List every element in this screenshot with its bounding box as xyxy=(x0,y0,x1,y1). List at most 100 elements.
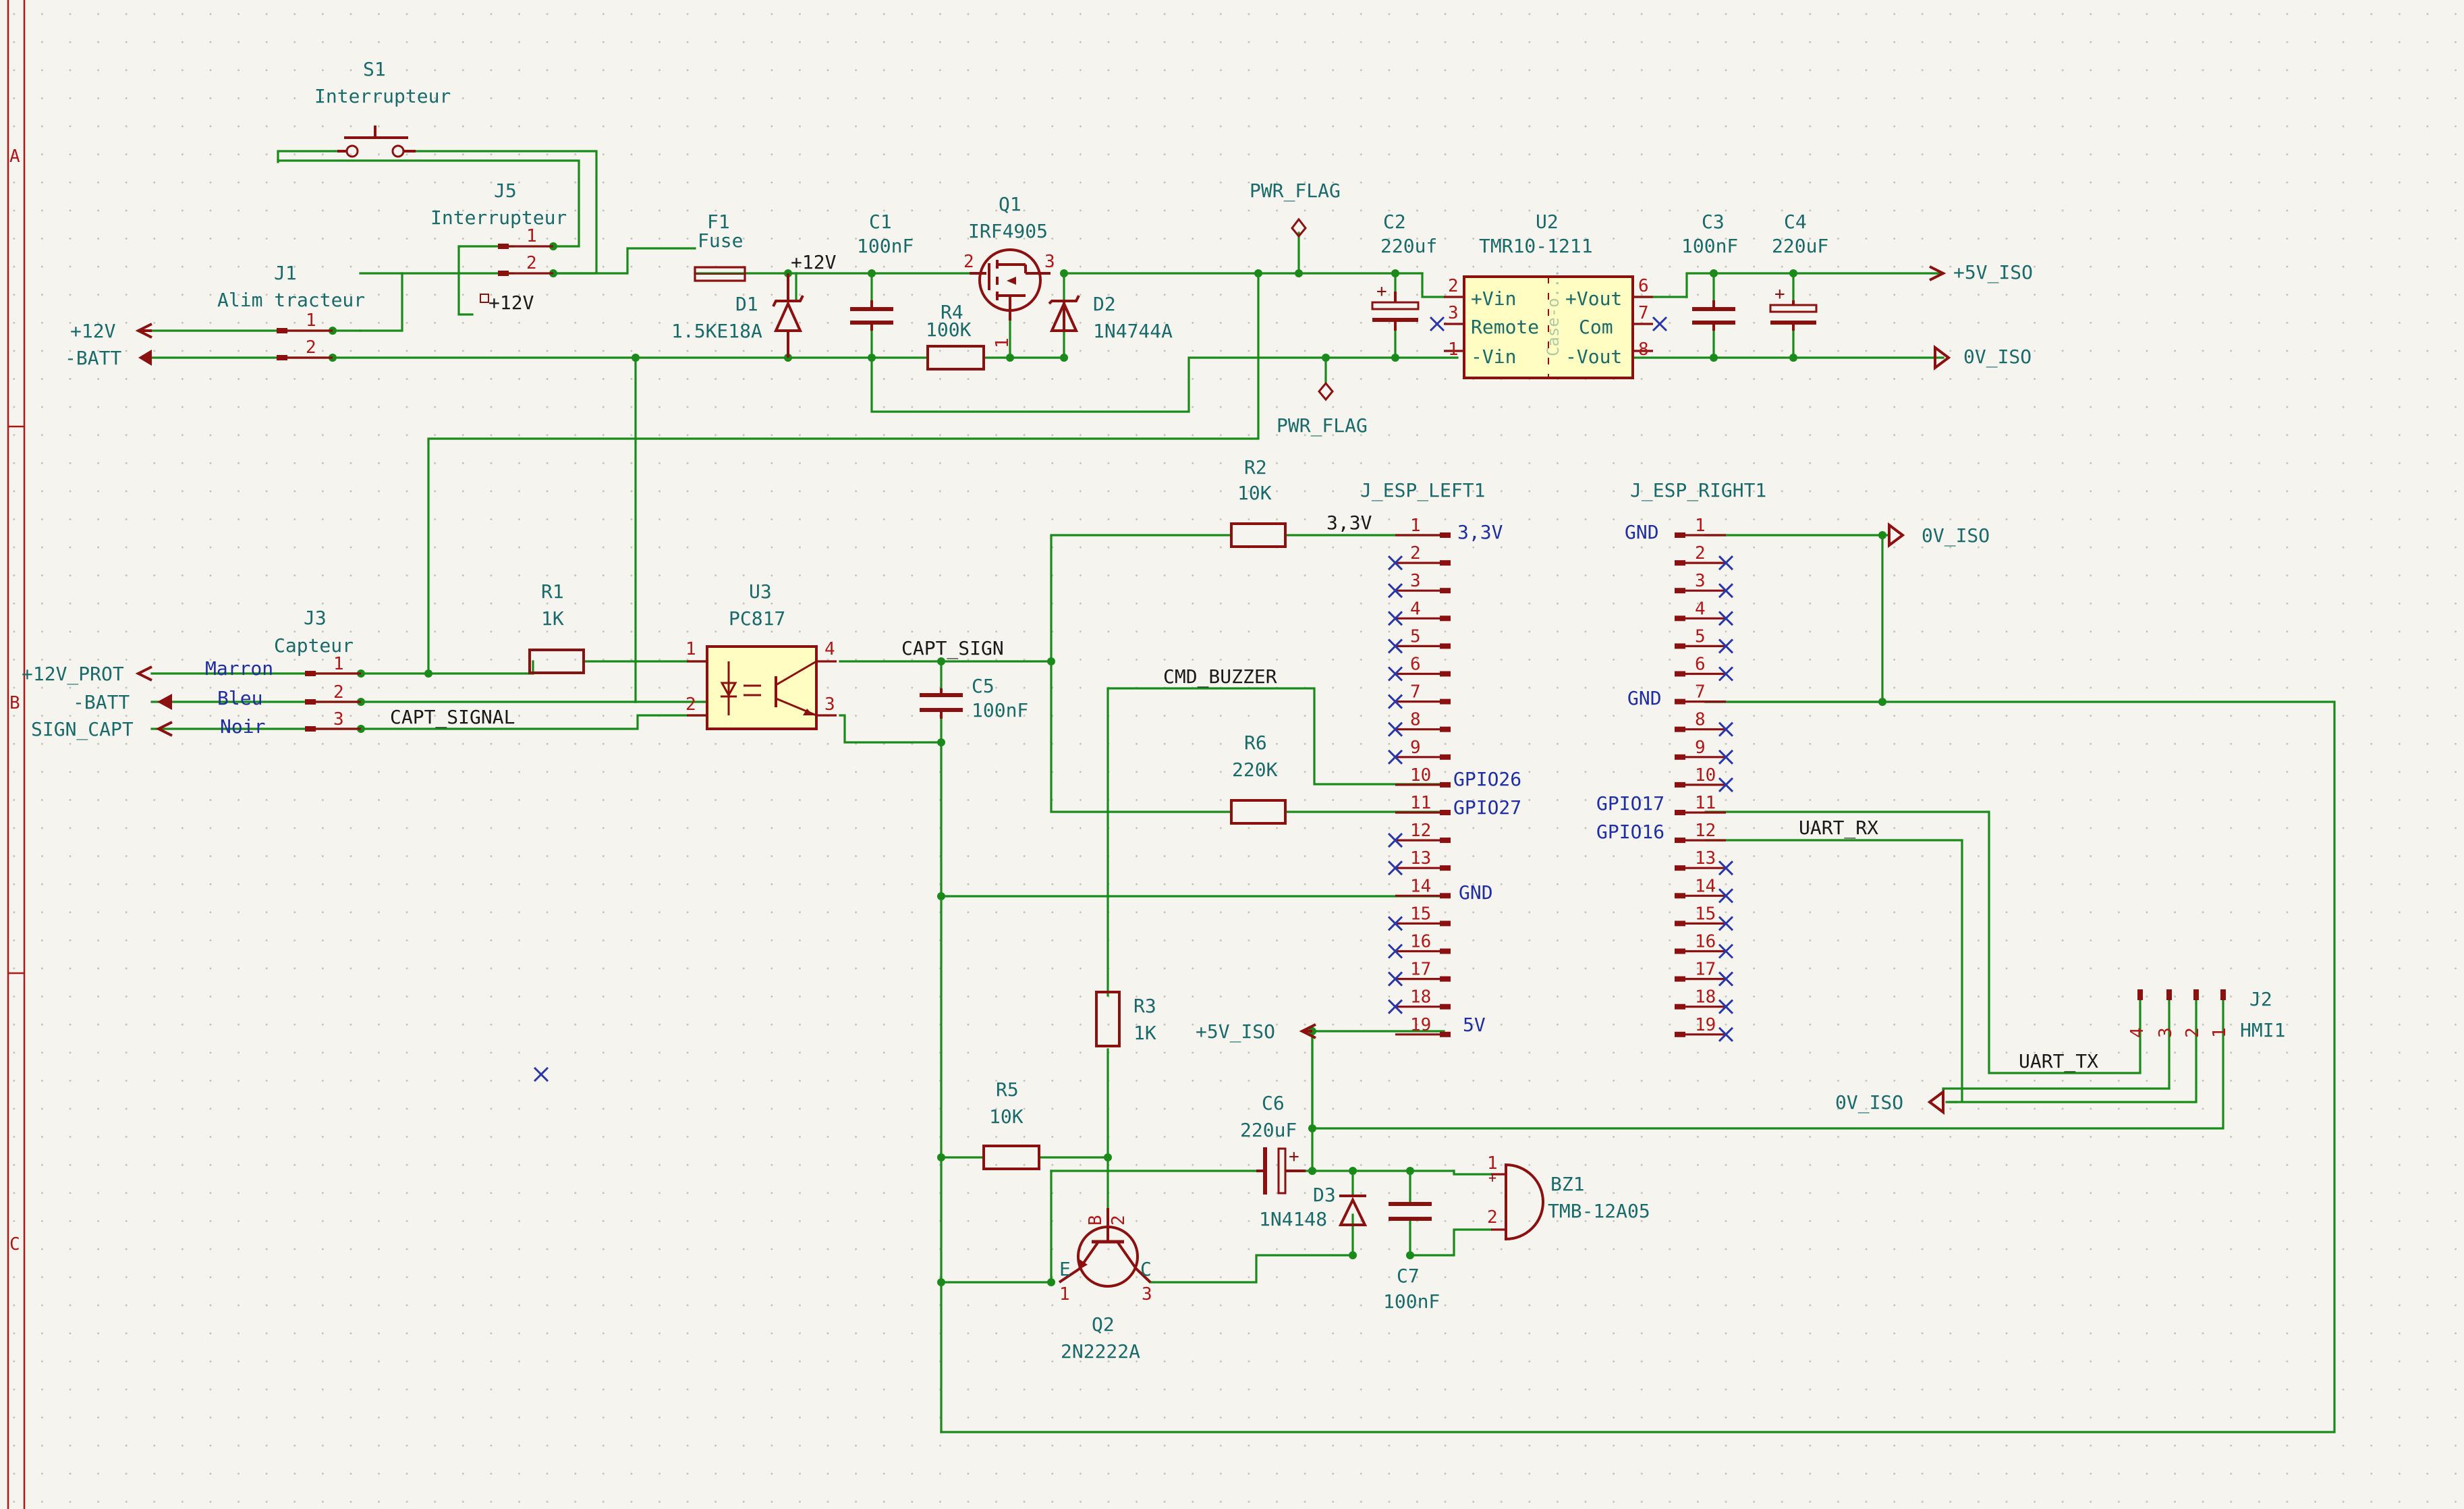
header-pin-body xyxy=(1440,948,1451,954)
header-pin-number: 3 xyxy=(1695,571,1706,591)
svg-text:CAPT_SIGN: CAPT_SIGN xyxy=(901,637,1004,660)
header-pin-number: 15 xyxy=(1695,904,1716,924)
net-label-cmd-buzzer: CMD_BUZZER xyxy=(1163,665,1277,688)
header-pin-body xyxy=(1675,838,1685,844)
header-pin-body xyxy=(1440,615,1451,622)
svg-text:GPIO26: GPIO26 xyxy=(1453,768,1521,790)
diode-d2: D2 1N4744A xyxy=(1048,293,1173,342)
svg-text:GND: GND xyxy=(1627,687,1662,709)
header-pin-body xyxy=(1675,781,1685,788)
connector-j5: 1 2 J5 Interrupteur xyxy=(430,180,567,276)
header-pin-number: 3 xyxy=(1410,571,1421,591)
header-pin-number: 14 xyxy=(1410,876,1431,896)
header-pin-number: 1 xyxy=(1410,516,1421,536)
power-port-batt: -BATT xyxy=(65,347,152,369)
svg-text:+Vout: +Vout xyxy=(1565,287,1622,310)
diode-d3: D3 1N4148 xyxy=(1259,1184,1368,1230)
svg-text:R3: R3 xyxy=(1133,995,1156,1017)
svg-text:D1: D1 xyxy=(735,293,758,315)
svg-text:1K: 1K xyxy=(541,607,564,630)
header-pin-number: 11 xyxy=(1410,793,1431,813)
header-pin-body xyxy=(1675,726,1685,732)
net-label-capt-signal: CAPT_SIGNAL xyxy=(390,706,515,729)
svg-text:220uF: 220uF xyxy=(1240,1119,1297,1141)
svg-text:Marron: Marron xyxy=(205,657,273,680)
svg-text:R5: R5 xyxy=(996,1078,1019,1101)
svg-text:1: 1 xyxy=(1059,1284,1070,1305)
svg-text:2: 2 xyxy=(2183,1027,2203,1038)
svg-text:C3: C3 xyxy=(1702,211,1725,233)
svg-text:0V_ISO: 0V_ISO xyxy=(1835,1091,1903,1114)
svg-text:1: 1 xyxy=(685,639,696,659)
header-pin-body xyxy=(1440,810,1451,815)
header-pin-number: 18 xyxy=(1695,987,1716,1008)
power-port-12v: +12V xyxy=(70,320,152,342)
header-pin-body xyxy=(1440,671,1451,677)
svg-text:Com: Com xyxy=(1579,316,1613,338)
svg-text:+: + xyxy=(1774,284,1785,304)
svg-text:5V: 5V xyxy=(1463,1014,1486,1036)
svg-text:Remote: Remote xyxy=(1471,316,1539,338)
svg-text:100K: 100K xyxy=(926,319,972,341)
header-pin-number: 9 xyxy=(1695,738,1706,758)
svg-text:Interrupteur: Interrupteur xyxy=(314,85,451,107)
power-port-0v-iso-b: 0V_ISO xyxy=(1888,522,1990,548)
svg-text:+: + xyxy=(1376,281,1387,302)
resistor-r3: R3 1K xyxy=(1095,991,1156,1047)
svg-text:PWR_FLAG: PWR_FLAG xyxy=(1277,414,1368,437)
sheet-frame: A B C xyxy=(7,0,26,1509)
header-pin-body xyxy=(1440,865,1451,871)
svg-text:2: 2 xyxy=(1448,276,1459,296)
svg-text:2: 2 xyxy=(526,253,537,273)
svg-text:Alim tracteur: Alim tracteur xyxy=(217,289,365,311)
header-pin-number: 15 xyxy=(1410,904,1431,924)
svg-text:GND: GND xyxy=(1625,521,1659,543)
header-pin-body xyxy=(1440,726,1451,732)
svg-text:J3: J3 xyxy=(304,607,327,629)
svg-text:2: 2 xyxy=(333,682,344,703)
buzzer-bz1: 1 2 + BZ1 TMB-12A05 xyxy=(1487,1153,1650,1241)
svg-text:1K: 1K xyxy=(1133,1022,1156,1044)
header-pin-number: 17 xyxy=(1410,960,1431,980)
schematic-sheet: A B C +12V -BATT +12V_PROT -BATT SIGN_CA… xyxy=(7,0,2336,1509)
header-pin-number: 13 xyxy=(1410,848,1431,869)
svg-text:+: + xyxy=(1289,1147,1299,1167)
svg-text:Q2: Q2 xyxy=(1092,1313,1115,1336)
svg-text:CAPT_SIGNAL: CAPT_SIGNAL xyxy=(390,706,515,729)
svg-text:2: 2 xyxy=(963,252,974,272)
svg-text:J2: J2 xyxy=(2249,988,2272,1010)
wires xyxy=(144,150,2336,1433)
capacitor-c1: C1 100nF xyxy=(850,211,914,331)
pwr-flag-b: PWR_FLAG xyxy=(1277,381,1368,437)
svg-text:C4: C4 xyxy=(1784,211,1807,233)
capacitor-c6: + C6 220uF xyxy=(1240,1092,1306,1195)
svg-text:J1: J1 xyxy=(274,262,297,284)
svg-text:2: 2 xyxy=(306,337,316,358)
svg-text:100nF: 100nF xyxy=(857,235,914,257)
svg-text:R6: R6 xyxy=(1244,732,1267,754)
svg-text:+12V_PROT: +12V_PROT xyxy=(22,663,124,686)
header-pin-body xyxy=(1440,560,1451,566)
header-pin-number: 16 xyxy=(1695,932,1716,952)
header-pin-number: 19 xyxy=(1410,1015,1431,1035)
header-pin-body xyxy=(1440,532,1451,538)
svg-text:220uf: 220uf xyxy=(1380,235,1437,257)
svg-text:2: 2 xyxy=(685,694,696,715)
header-pin-body xyxy=(1675,560,1685,566)
header-pin-body xyxy=(1675,698,1685,705)
svg-text:3: 3 xyxy=(2156,1027,2176,1038)
svg-text:R1: R1 xyxy=(541,580,564,603)
svg-text:GPIO16: GPIO16 xyxy=(1596,821,1664,843)
svg-text:1: 1 xyxy=(2210,1027,2230,1038)
header-pin-number: 9 xyxy=(1410,738,1421,758)
svg-text:GPIO27: GPIO27 xyxy=(1453,796,1521,819)
header-pin-number: 18 xyxy=(1410,987,1431,1008)
svg-text:1: 1 xyxy=(526,226,537,246)
header-pin-number: 6 xyxy=(1695,655,1706,675)
power-port-0v-iso-a: 0V_ISO xyxy=(1934,345,2032,371)
header-pin-number: 7 xyxy=(1695,682,1706,703)
header-pin-body xyxy=(1440,643,1451,649)
svg-text:3,3V: 3,3V xyxy=(1326,512,1372,534)
header-pin-body xyxy=(1675,671,1685,677)
header-pin-number: 10 xyxy=(1695,765,1716,786)
